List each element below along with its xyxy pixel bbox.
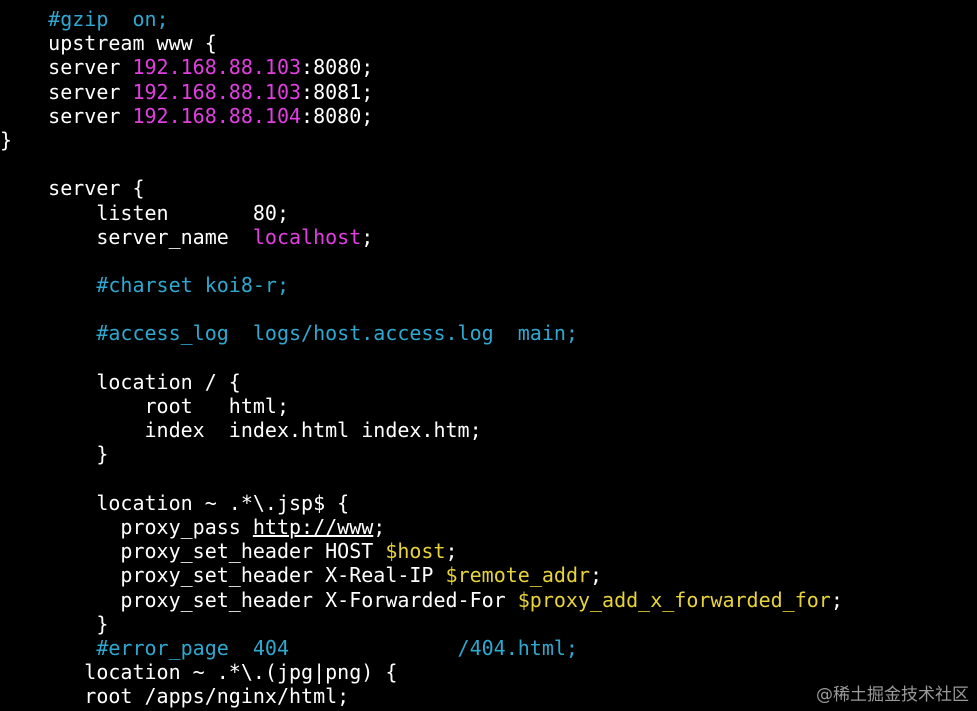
- code-token-plain: :8081;: [301, 79, 374, 104]
- code-token-plain: root /apps/nginx/html;: [0, 684, 350, 709]
- code-token-comment: #error_page 404 /404.html;: [96, 635, 578, 660]
- code-token-plain: location ~ .*\.jsp$ {: [0, 490, 350, 515]
- code-token-plain: ;: [361, 224, 374, 249]
- code-line: proxy_set_header X-Forwarded-For $proxy_…: [0, 587, 843, 612]
- code-line: }: [0, 442, 843, 466]
- terminal-window: #gzip on; upstream www { server 192.168.…: [0, 0, 977, 711]
- code-token-plain: index index.html index.htm;: [0, 418, 482, 443]
- code-line: location ~ .*\.jsp$ {: [0, 491, 843, 515]
- code-token-plain: }: [0, 127, 13, 152]
- code-line: index index.html index.htm;: [0, 418, 843, 442]
- code-token-plain: }: [0, 611, 109, 636]
- code-token-comment: #gzip on;: [48, 7, 169, 31]
- code-token-plain: ;: [445, 539, 458, 564]
- code-token-url[interactable]: http://www: [253, 515, 373, 539]
- watermark: @稀土掘金技术社区: [816, 685, 969, 705]
- code-line: root /apps/nginx/html;: [0, 684, 843, 708]
- code-token-plain: proxy_set_header HOST: [0, 539, 386, 564]
- code-token-var: $host: [385, 539, 446, 564]
- code-token-plain: listen 80;: [0, 200, 289, 225]
- code-line: upstream www {: [0, 31, 843, 55]
- code-line: location / {: [0, 370, 843, 394]
- code-line: #access_log logs/host.access.log main;: [0, 321, 843, 345]
- code-token-comment: #charset koi8-r;: [96, 273, 289, 298]
- code-line: root html;: [0, 394, 843, 418]
- code-token-plain: proxy_pass: [0, 514, 253, 539]
- code-token-string: localhost: [252, 224, 362, 249]
- code-line: listen 80;: [0, 201, 843, 225]
- code-token-plain: root html;: [0, 394, 289, 418]
- code-line: location ~ .*\.(jpg|png) {: [0, 660, 843, 684]
- code-token-plain: proxy_set_header X-Forwarded-For: [0, 587, 518, 612]
- code-line: #gzip on;: [0, 7, 843, 31]
- code-token-plain: location ~ .*\.(jpg|png) {: [0, 660, 398, 685]
- code-line: server 192.168.88.103:8081;: [0, 80, 843, 104]
- code-line: #error_page 404 /404.html;: [0, 636, 843, 660]
- code-editor[interactable]: #gzip on; upstream www { server 192.168.…: [0, 7, 843, 708]
- code-line: }: [0, 612, 843, 636]
- code-token-plain: server: [0, 79, 133, 104]
- code-line: server 192.168.88.104:8080;: [0, 104, 843, 128]
- code-token-plain: server {: [0, 176, 145, 201]
- code-token-var: $proxy_add_x_forwarded_for: [517, 587, 831, 612]
- code-line: server 192.168.88.103:8080;: [0, 55, 843, 79]
- code-token-plain: :8080;: [301, 55, 374, 80]
- code-token-plain: server_name: [0, 224, 253, 249]
- code-token-plain: :8080;: [301, 103, 374, 128]
- code-line: proxy_set_header X-Real-IP $remote_addr;: [0, 563, 843, 587]
- code-line: server {: [0, 176, 843, 200]
- code-line: proxy_set_header HOST $host;: [0, 539, 843, 563]
- code-token-ip: 192.168.88.103: [132, 55, 302, 80]
- code-line: server_name localhost;: [0, 225, 843, 249]
- code-token-ip: 192.168.88.104: [132, 103, 302, 128]
- code-token-plain: server: [0, 103, 133, 128]
- code-token-comment: #access_log logs/host.access.log main;: [96, 321, 578, 346]
- code-token-plain: upstream www {: [0, 31, 217, 56]
- code-token-plain: }: [0, 442, 109, 467]
- code-token-plain: ;: [830, 587, 843, 612]
- code-token-ip: 192.168.88.103: [132, 79, 302, 104]
- code-token-plain: ;: [590, 563, 603, 588]
- code-token-var: $remote_addr: [445, 563, 591, 588]
- code-token-plain: ;: [373, 514, 386, 539]
- code-line: proxy_pass http://www;: [0, 515, 843, 539]
- code-line: #charset koi8-r;: [0, 273, 843, 297]
- code-token-plain: server: [0, 55, 133, 80]
- code-token-plain: location / {: [0, 369, 241, 394]
- code-line: }: [0, 128, 843, 152]
- code-token-plain: proxy_set_header X-Real-IP: [0, 563, 446, 588]
